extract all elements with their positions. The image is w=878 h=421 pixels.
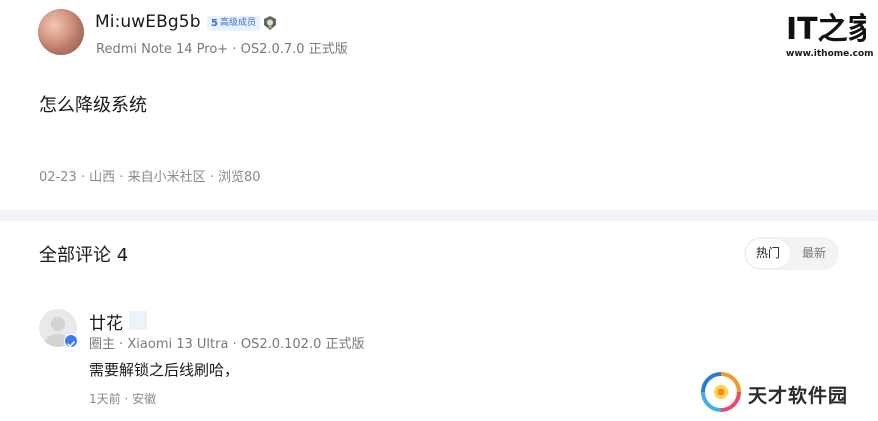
post-content: 怎么降级系统 [39, 95, 147, 116]
logo-wordmark: IT之家 [786, 12, 866, 44]
sort-hot-tab[interactable]: 热门 [746, 239, 790, 268]
author-avatar[interactable] [38, 9, 84, 55]
post-meta: 02-23 · 山西 · 来自小米社区 · 浏览80 [39, 170, 261, 185]
watermark-logo-icon [701, 372, 741, 412]
sort-new-tab[interactable]: 最新 [792, 239, 836, 268]
comment-text: 需要解锁之后线刷哈， [89, 361, 240, 379]
comment-meta: 1天前 · 安徽 [89, 392, 157, 406]
level-badge: 5 高级成员 [207, 16, 260, 31]
author-device: Redmi Note 14 Pro+ · OS2.0.7.0 正式版 [96, 42, 348, 57]
commenter-role: 圈主 · Xiaomi 13 Ultra · OS2.0.102.0 正式版 [89, 337, 365, 352]
comments-title: 全部评论 4 [39, 245, 129, 266]
section-divider [0, 210, 878, 221]
ithome-url: www.ithome.com [786, 49, 874, 59]
ithome-logo: IT之家 [786, 12, 866, 44]
verified-icon [64, 334, 78, 348]
watermark-text: 天才软件园 [748, 385, 849, 407]
medal-icon [264, 16, 276, 30]
level-label: 高级成员 [219, 18, 256, 28]
level-number: 5 [211, 18, 218, 29]
commenter-username[interactable]: 廿花 [89, 309, 123, 334]
username-redaction [129, 311, 147, 330]
author-username[interactable]: Mi:uwEBg5b [95, 12, 201, 32]
